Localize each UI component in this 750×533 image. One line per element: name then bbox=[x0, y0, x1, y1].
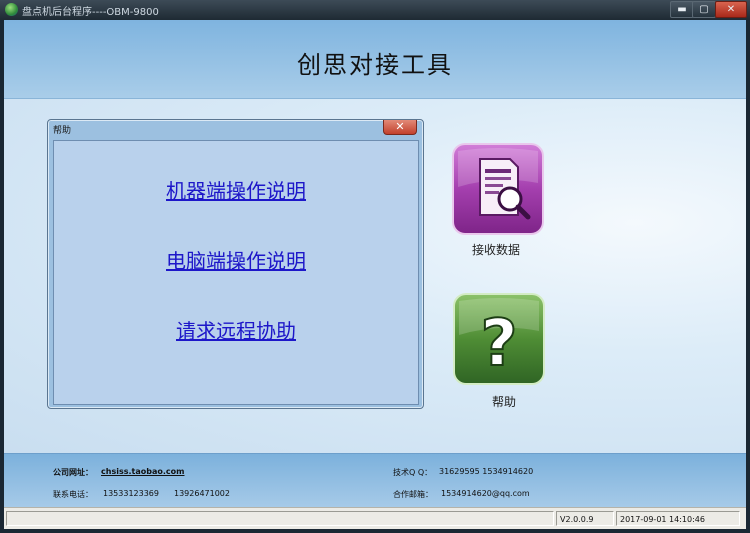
status-message-panel bbox=[6, 511, 554, 526]
footer-info: 公司网址： chsiss.taobao.com 联系电话： 1353312336… bbox=[4, 453, 746, 507]
help-label: 帮助 bbox=[492, 395, 517, 409]
email-label: 合作邮箱： bbox=[393, 490, 433, 499]
qq-label: 技术Q Q： bbox=[393, 468, 433, 477]
phone-number-1: 13533123369 bbox=[103, 489, 159, 498]
help-dialog-title: 帮助 bbox=[53, 126, 72, 136]
link-pc-manual[interactable]: 电脑端操作说明 bbox=[54, 245, 418, 274]
maximize-button[interactable]: ▢ bbox=[692, 1, 716, 18]
help-dialog: 帮助 ✕ 机器端操作说明 电脑端操作说明 请求远程协助 bbox=[47, 119, 424, 409]
link-remote-assistance[interactable]: 请求远程协助 bbox=[54, 315, 418, 344]
datetime-panel: 2017-09-01 14:10:46 bbox=[616, 511, 740, 526]
content-area: 帮助 ✕ 机器端操作说明 电脑端操作说明 请求远程协助 接收数据 ? 帮助 bbox=[4, 99, 746, 453]
title-bar[interactable]: 盘点机后台程序----OBM-9800 ▬ ▢ ✕ bbox=[0, 0, 750, 20]
receive-data-button[interactable]: 接收数据 bbox=[452, 143, 544, 263]
help-button[interactable]: ? 帮助 bbox=[452, 293, 548, 418]
qq-value: 31629595 1534914620 bbox=[439, 467, 534, 476]
help-dialog-body: 机器端操作说明 电脑端操作说明 请求远程协助 bbox=[53, 140, 419, 405]
email-value: 1534914620@qq.com bbox=[441, 489, 530, 498]
version-panel: V2.0.0.9 bbox=[556, 511, 614, 526]
receive-data-label: 接收数据 bbox=[472, 243, 521, 257]
phone-label: 联系电话： bbox=[53, 490, 93, 499]
header-banner: 创思对接工具 bbox=[4, 20, 746, 99]
receive-data-icon bbox=[452, 143, 544, 235]
app-window: 盘点机后台程序----OBM-9800 ▬ ▢ ✕ 创思对接工具 帮助 ✕ 机器… bbox=[0, 0, 750, 533]
help-icon: ? bbox=[453, 293, 545, 385]
website-label: 公司网址： bbox=[53, 468, 93, 477]
website-link[interactable]: chsiss.taobao.com bbox=[101, 467, 184, 476]
app-logo-icon bbox=[5, 3, 18, 16]
close-button[interactable]: ✕ bbox=[715, 1, 747, 18]
minimize-button[interactable]: ▬ bbox=[670, 1, 694, 18]
phone-number-2: 13926471002 bbox=[174, 489, 230, 498]
help-dialog-close-button[interactable]: ✕ bbox=[383, 120, 417, 135]
svg-text:?: ? bbox=[480, 307, 517, 381]
main-client-area: 创思对接工具 帮助 ✕ 机器端操作说明 电脑端操作说明 请求远程协助 接收数据 … bbox=[4, 20, 746, 529]
status-bar: V2.0.0.9 2017-09-01 14:10:46 bbox=[4, 507, 746, 529]
link-machine-manual[interactable]: 机器端操作说明 bbox=[54, 175, 418, 204]
window-title: 盘点机后台程序----OBM-9800 bbox=[22, 7, 159, 18]
page-title: 创思对接工具 bbox=[297, 51, 453, 79]
